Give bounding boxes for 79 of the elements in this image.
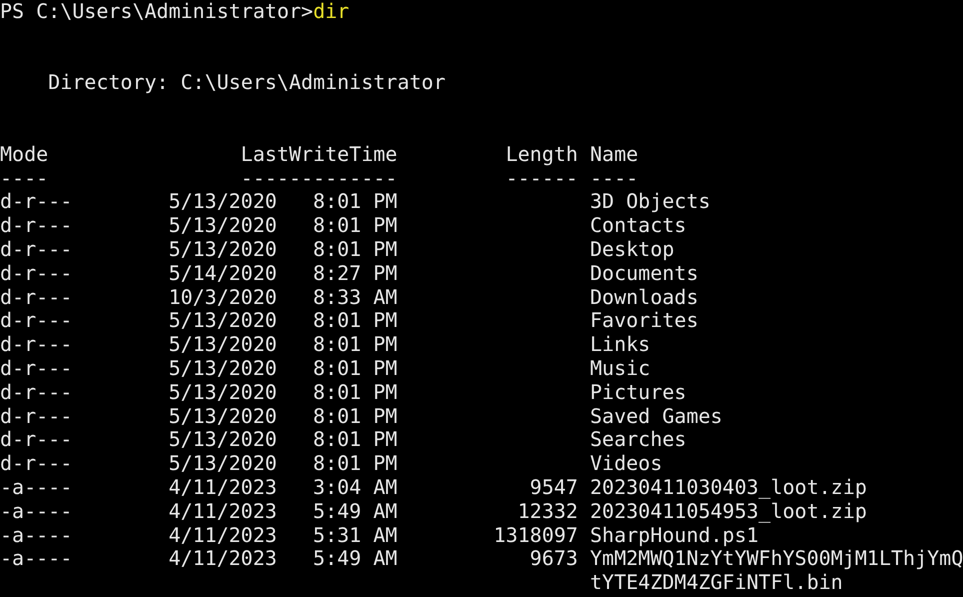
column-header: Length	[506, 142, 578, 167]
date-text: 5/13/2020	[168, 356, 277, 381]
date-text: 5/13/2020	[168, 190, 277, 214]
time-text: 5:49 AM	[313, 500, 398, 524]
time-text: 8:01 PM	[313, 356, 398, 381]
header-rule: ------	[506, 166, 578, 190]
mode-text: d-r---	[0, 190, 72, 214]
date-text: 5/13/2020	[168, 452, 277, 476]
date-text: 5/14/2020	[168, 262, 277, 286]
mode-text: d-r---	[0, 238, 72, 262]
length-text: 1318097	[494, 524, 578, 548]
file-name: 20230411054953_loot.zip	[590, 500, 868, 524]
mode-text: -a----	[0, 500, 72, 524]
date-text: 10/3/2020	[168, 286, 277, 310]
file-name: Desktop	[590, 238, 676, 262]
header-rule: ----	[590, 166, 638, 190]
column-header: LastWriteTime	[240, 142, 398, 167]
date-text: 4/11/2023	[168, 500, 277, 524]
date-text: 4/11/2023	[168, 524, 277, 548]
column-header: Name	[590, 142, 638, 167]
mode-text: d-r---	[0, 333, 72, 357]
date-text: 5/13/2020	[168, 404, 277, 428]
time-text: 8:01 PM	[313, 214, 398, 238]
file-name: SharpHound.ps1	[590, 524, 759, 548]
mode-text: d-r---	[0, 404, 72, 428]
prompt-text: PS C:\Users\Administrator>	[0, 0, 314, 23]
file-name: Pictures	[590, 380, 688, 405]
file-name: Documents	[590, 262, 700, 286]
mode-text: -a----	[0, 524, 72, 548]
file-name: Downloads	[590, 286, 700, 310]
date-text: 5/13/2020	[168, 380, 277, 405]
file-name: Favorites	[590, 309, 700, 334]
header-rule: -------------	[240, 166, 398, 190]
mode-text: d-r---	[0, 309, 72, 334]
mode-text: d-r---	[0, 214, 72, 238]
mode-text: -a----	[0, 476, 72, 500]
time-text: 8:01 PM	[313, 309, 398, 334]
date-text: 5/13/2020	[168, 238, 277, 262]
length-text: 9547	[530, 476, 578, 500]
time-text: 8:27 PM	[313, 262, 398, 286]
time-text: 8:33 AM	[313, 286, 398, 310]
time-text: 8:01 PM	[313, 190, 398, 214]
date-text: 5/13/2020	[168, 214, 277, 238]
time-text: 8:01 PM	[313, 428, 398, 452]
file-name: YmM2MWQ1NzYtYWFhYS00MjM1LThjYmQtYTE4ZDM4ZGFiNTFl.bin	[590, 547, 963, 595]
time-text: 8:01 PM	[313, 452, 398, 476]
time-text: 8:01 PM	[313, 404, 398, 428]
command-text: dir	[313, 0, 350, 23]
mode-text: -a----	[0, 547, 72, 572]
date-text: 5/13/2020	[168, 333, 277, 357]
length-text: 9673	[530, 547, 578, 572]
time-text: 8:01 PM	[313, 238, 398, 262]
file-name: Music	[590, 356, 652, 381]
file-name: 3D Objects	[590, 190, 712, 214]
mode-text: d-r---	[0, 286, 72, 310]
column-header: Mode	[0, 142, 48, 167]
time-text: 5:49 AM	[313, 547, 398, 572]
file-name: Links	[590, 333, 652, 357]
time-text: 8:01 PM	[313, 333, 398, 357]
mode-text: d-r---	[0, 428, 72, 452]
date-text: 5/13/2020	[168, 428, 277, 452]
file-name: Videos	[590, 452, 664, 476]
file-name: Contacts	[590, 214, 688, 238]
time-text: 3:04 AM	[313, 476, 398, 500]
file-name: 20230411030403_loot.zip	[590, 476, 868, 500]
mode-text: d-r---	[0, 356, 72, 381]
time-text: 5:31 AM	[313, 524, 398, 548]
length-text: 12332	[518, 500, 578, 524]
directory-heading: Directory: C:\Users\Administrator	[48, 70, 446, 94]
mode-text: d-r---	[0, 380, 72, 405]
time-text: 8:01 PM	[313, 380, 398, 405]
mode-text: d-r---	[0, 452, 72, 476]
date-text: 4/11/2023	[168, 547, 277, 572]
file-name: Saved Games	[590, 404, 724, 428]
date-text: 5/13/2020	[168, 309, 277, 334]
header-rule: ----	[0, 166, 48, 190]
date-text: 4/11/2023	[168, 476, 277, 500]
mode-text: d-r---	[0, 262, 72, 286]
file-name: Searches	[590, 428, 688, 452]
